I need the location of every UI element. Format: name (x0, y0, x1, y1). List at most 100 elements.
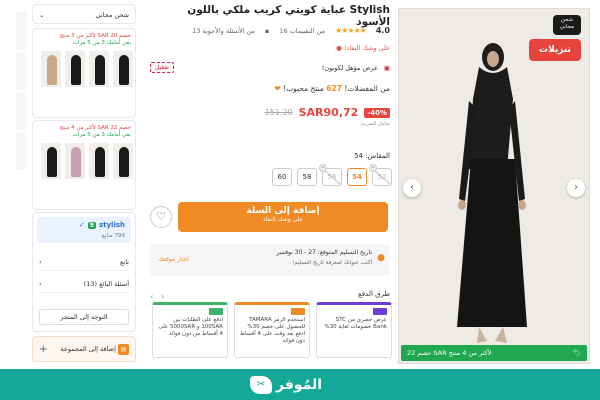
coupon-icon: ▣ (383, 63, 390, 72)
price-row: 151,20 SAR90,72 -40% (150, 106, 390, 119)
review-count[interactable]: 16 من التقييمات (279, 27, 325, 35)
chevron-down-icon[interactable]: ⌄ (39, 5, 44, 23)
alert-icon: ● (336, 44, 342, 52)
payment-next-button[interactable]: › (161, 292, 164, 301)
coupon-row: تفعيل عرض مؤهل لكوبون! ▣ (150, 62, 390, 73)
sale-badge: تنزيلات (529, 39, 581, 61)
brand-mark-icon: ✂ (250, 376, 272, 394)
payment-pager: ‹ › (150, 292, 180, 301)
bundle-thumbnails (37, 51, 133, 87)
bundle-offer-remaining: بقي أمامك 3 من 5 مرات (72, 40, 131, 46)
payment-card-text: ادفع على الطلبات بين 100SAR و 5000SAR عل… (158, 317, 223, 337)
bundle-product-thumbnail[interactable] (65, 51, 85, 87)
sale-price: SAR90,72 (298, 106, 359, 119)
payment-card[interactable]: عرض حصري من STC Bank خصومات لغاية 30% (316, 302, 392, 358)
seller-header[interactable]: ✓ 9 stylish 799 متابع (37, 217, 131, 243)
coupon-eligible-text: عرض مؤهل لكوبون! (321, 63, 378, 72)
seller-score: 9 (87, 221, 96, 229)
payment-methods-label: طرق الدفع (358, 290, 390, 298)
qa-count[interactable]: 13 من الأسئلة والأجوبة (192, 27, 255, 35)
chevron-left-icon: ‹ (39, 257, 42, 266)
chevron-left-icon: ‹ (410, 182, 414, 193)
gallery-promo-bar[interactable]: خصم 22 SAR لأكثر من 4 منتج 🏷 (401, 345, 587, 361)
free-shipping-badge: شحن مجاني (553, 15, 581, 35)
bundle-product-thumbnail[interactable] (41, 51, 61, 87)
size-option[interactable]: 60 (272, 168, 292, 186)
gallery-prev-button[interactable]: ‹ (403, 179, 421, 197)
promo-bar-text: خصم 22 SAR لأكثر من 4 منتج (407, 349, 492, 357)
payment-card-text: عرض حصري من STC Bank خصومات لغاية 30% (324, 317, 387, 330)
size-option-label: 56 (327, 173, 337, 181)
payment-card-text: استخدم الرمز TAMARA للحصول على خصم 30% ا… (239, 317, 305, 344)
brand-name: المُوفر (276, 377, 323, 393)
add-to-collection-label: إضافة إلى المجموعة (60, 344, 116, 353)
size-option[interactable]: 54 (347, 168, 367, 186)
bundle-product-thumbnail[interactable] (113, 51, 133, 87)
coupon-activate-button[interactable]: تفعيل (150, 62, 174, 73)
bundle-offer-header: خصم 22 SAR لأكثر من 4 منتج بقي أمامك 3 من… (41, 125, 131, 139)
brand-footer: ✂ المُوفر (0, 369, 600, 400)
chevron-left-icon: ‹ (39, 279, 42, 288)
seller-questions-row[interactable]: ‹ أسئلة البائع (13) (39, 275, 129, 293)
free-shipping-label: شحن مجاني (95, 11, 129, 19)
discount-badge: -40% (364, 107, 390, 118)
product-figure (95, 147, 105, 177)
free-shipping-badge-label: شحن مجاني (559, 17, 575, 30)
bundle-offer-remaining: بقي أمامك 3 من 5 مرات (72, 132, 131, 138)
choose-location-link[interactable]: اختار موقعك (158, 256, 189, 263)
delivery-box: ● تاريخ التسليم المتوقع: 27 - 30 نوفمبر … (150, 244, 390, 276)
payment-card[interactable]: ادفع على الطلبات بين 100SAR و 5000SAR عل… (152, 302, 228, 358)
seller-card: ✓ 9 stylish 799 متابع ‹ تابع ‹ أسئلة الب… (32, 212, 136, 332)
bundle-offer-card[interactable]: خصم 22 SAR لأكثر من 4 منتج بقي أمامك 3 من… (32, 120, 136, 210)
payment-prev-button[interactable]: ‹ (150, 292, 153, 301)
add-to-collection-button[interactable]: + إضافة إلى المجموعة ▤ (32, 336, 136, 362)
add-to-cart-button[interactable]: إضافة إلى السلة على وشك النفاذ (178, 202, 388, 232)
add-to-cart-label: إضافة إلى السلة (246, 206, 320, 216)
payment-card[interactable]: استخدم الرمز TAMARA للحصول على خصم 30% ا… (234, 302, 310, 358)
add-to-cart-sub: على وشك النفاذ (262, 216, 304, 223)
bundle-product-thumbnail[interactable] (89, 51, 109, 87)
size-option[interactable]: 58 (297, 168, 317, 186)
bundle-product-thumbnail[interactable] (89, 143, 109, 179)
original-price: 151,20 (264, 108, 293, 117)
notify-bell-icon[interactable]: • (319, 164, 327, 172)
bundle-product-thumbnail[interactable] (65, 143, 85, 179)
favorites-prefix: منتج محبوب! (283, 84, 324, 93)
chevron-right-icon: › (574, 182, 578, 193)
notify-bell-icon[interactable]: • (369, 164, 377, 172)
gallery-next-button[interactable]: › (567, 179, 585, 197)
size-option-label: 54 (352, 173, 362, 181)
bundle-product-thumbnail[interactable] (41, 143, 61, 179)
bundle-offer-header: خصم 20 SAR لأكثر من 3 منتج بقي أمامك 3 من… (41, 33, 131, 47)
collection-icon: ▤ (118, 343, 129, 355)
seller-name: stylish (98, 221, 125, 229)
bundle-offer-title: خصم 20 SAR لأكثر من 3 منتج (59, 33, 131, 39)
product-figure (95, 55, 105, 85)
favorites-count: 627 (326, 84, 342, 93)
product-figure (119, 147, 129, 177)
payment-cards: عرض حصري من STC Bank خصومات لغاية 30% است… (150, 302, 392, 358)
heart-icon: ❤ (274, 84, 281, 93)
product-gallery[interactable]: شحن مجاني تنزيلات ‹ › خصم 22 SAR لأكثر م… (398, 8, 590, 364)
follow-seller-row[interactable]: ‹ تابع (39, 253, 129, 271)
product-figure (47, 55, 57, 85)
product-figure (47, 147, 57, 177)
size-option[interactable]: 52 • (369, 164, 392, 186)
rating-stars: ★★★★★ (334, 26, 367, 35)
stock-warning-text: على وشك النفاذ! (343, 44, 390, 52)
size-selector: 52 • 54 56 • 58 60 (240, 164, 392, 186)
product-figure (71, 147, 81, 177)
payment-provider-logo (291, 308, 305, 315)
go-to-store-button[interactable]: التوجه إلى المتجر (39, 309, 129, 325)
product-figure (71, 55, 81, 85)
size-label: المقاس: 54 (354, 152, 390, 160)
bundle-offer-card[interactable]: خصم 20 SAR لأكثر من 3 منتج بقي أمامك 3 من… (32, 28, 136, 118)
wishlist-button[interactable]: ♡ (150, 206, 172, 228)
bundle-product-thumbnail[interactable] (113, 143, 133, 179)
stock-warning: على وشك النفاذ! ● (150, 44, 390, 52)
tag-icon: 🏷 (572, 349, 581, 357)
bundle-offer-title: خصم 22 SAR لأكثر من 4 منتج (59, 125, 131, 131)
favorites-suffix: من المفضلات! (344, 84, 390, 93)
sale-badge-label: تنزيلات (539, 45, 571, 55)
size-option[interactable]: 56 • (319, 164, 342, 186)
